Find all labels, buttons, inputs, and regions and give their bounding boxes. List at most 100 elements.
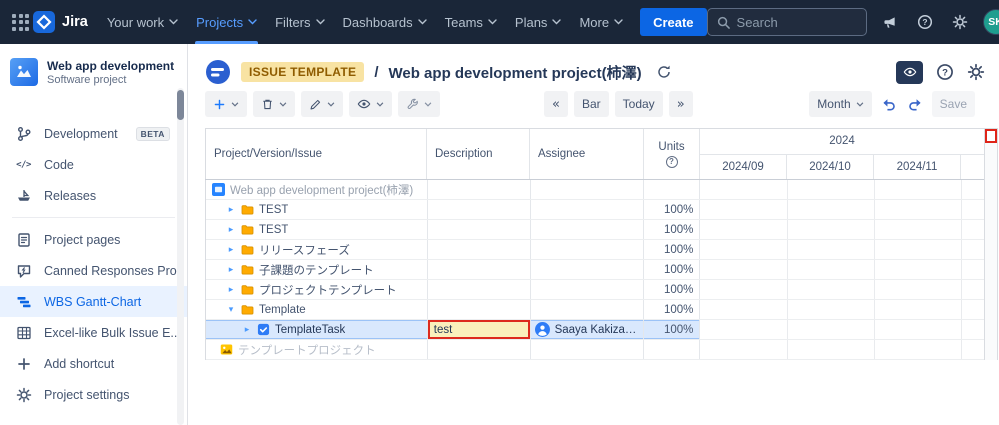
table-row[interactable]: テンプレートプロジェクト [206,340,984,360]
units-cell[interactable]: 100% [644,220,700,239]
gantt-vertical-scrollbar[interactable] [984,128,998,360]
app-switcher-button[interactable] [12,7,29,37]
assignee-cell[interactable]: Saaya Kakizawa [531,320,645,339]
redo-button[interactable] [905,94,926,115]
description-cell[interactable] [428,340,531,359]
assignee-cell[interactable] [531,180,645,199]
assignee-cell[interactable] [531,260,645,279]
sidebar-item-wbs-gantt-chart[interactable]: WBS Gantt-Chart [0,286,187,317]
announcements-button[interactable] [878,10,902,34]
column-header-description[interactable]: Description [427,129,530,179]
today-button[interactable]: Today [615,91,663,117]
undo-button[interactable] [878,94,899,115]
plus-icon [15,355,32,372]
folder-icon [241,304,254,315]
scroll-right-button[interactable]: » [669,91,693,117]
tools-button[interactable] [398,91,440,117]
bar-mode-button[interactable]: Bar [574,91,609,117]
assignee-cell[interactable] [531,220,645,239]
units-cell[interactable]: 100% [644,320,700,339]
nav-item-projects[interactable]: Projects [187,0,266,44]
gantt-help-button[interactable]: ? [936,63,954,81]
settings-button[interactable] [948,10,972,34]
expand-toggle[interactable]: ▸ [242,325,252,335]
units-cell[interactable]: 100% [644,280,700,299]
save-button[interactable]: Save [932,91,975,117]
sidebar-nav: Development BETA </> Code Releases Proje… [0,118,187,410]
description-cell[interactable] [428,220,531,239]
expand-toggle[interactable]: ▸ [226,265,236,275]
expand-toggle[interactable]: ▸ [226,225,236,235]
column-header-units[interactable]: Units ? [644,129,700,179]
user-avatar[interactable]: SK [983,9,999,35]
create-button[interactable]: Create [640,8,706,36]
units-cell[interactable]: 100% [644,200,700,219]
column-header-project[interactable]: Project/Version/Issue [205,129,427,179]
sidebar-item-add-shortcut[interactable]: Add shortcut [0,348,187,379]
gantt-settings-button[interactable] [967,63,985,81]
table-row-selected[interactable]: ▸ TemplateTask test Saaya Kakizawa 100% [206,320,984,340]
sidebar-item-project-settings[interactable]: Project settings [0,379,187,410]
nav-item-more[interactable]: More [570,0,632,44]
units-cell[interactable]: 100% [644,260,700,279]
table-row[interactable]: ▸ 子課題のテンプレート 100% [206,260,984,280]
sidebar-item-code[interactable]: </> Code [0,149,187,180]
sidebar-scrollbar[interactable] [177,88,184,425]
assignee-cell[interactable] [531,340,645,359]
description-cell[interactable] [428,240,531,259]
year-header: 2024 [700,129,984,155]
description-cell[interactable] [428,260,531,279]
add-issue-button[interactable] [205,91,247,117]
sidebar-scrollbar-thumb[interactable] [177,90,184,120]
edit-button[interactable] [301,91,343,117]
assignee-cell[interactable] [531,200,645,219]
sidebar-item-development[interactable]: Development BETA [0,118,187,149]
column-header-assignee[interactable]: Assignee [530,129,644,179]
undo-icon [880,96,897,113]
visibility-button[interactable] [349,91,392,117]
table-row[interactable]: ▾ Template 100% [206,300,984,320]
delete-button[interactable] [253,91,295,117]
units-help-icon[interactable]: ? [666,156,678,168]
project-header[interactable]: Web app development ... Software project [0,56,187,96]
collapse-toggle[interactable]: ▾ [226,305,236,315]
units-cell[interactable] [644,180,700,199]
help-button[interactable]: ? [913,10,937,34]
description-cell[interactable] [428,300,531,319]
sidebar-item-canned-responses[interactable]: Canned Responses Pro [0,255,187,286]
table-row[interactable]: ▸ プロジェクトテンプレート 100% [206,280,984,300]
sidebar-item-excel-bulk-edit[interactable]: Excel-like Bulk Issue E... [0,317,187,348]
nav-item-your-work[interactable]: Your work [98,0,187,44]
description-edit-cell[interactable]: test [428,320,530,339]
nav-item-dashboards[interactable]: Dashboards [334,0,436,44]
expand-toggle[interactable]: ▸ [226,205,236,215]
sidebar-item-releases[interactable]: Releases [0,180,187,211]
watch-button[interactable] [896,61,923,84]
nav-item-teams[interactable]: Teams [436,0,506,44]
table-row[interactable]: ▸ TEST 100% [206,220,984,240]
description-cell[interactable] [428,180,531,199]
table-row[interactable]: ▸ リリースフェーズ 100% [206,240,984,260]
units-cell[interactable]: 100% [644,240,700,259]
assignee-cell[interactable] [531,300,645,319]
expand-toggle[interactable]: ▸ [226,285,236,295]
expand-toggle[interactable]: ▸ [226,245,236,255]
refresh-button[interactable] [656,64,672,80]
help-icon: ? [936,63,954,81]
description-cell[interactable] [428,280,531,299]
nav-item-filters[interactable]: Filters [266,0,333,44]
search-input[interactable]: Search [707,8,867,36]
sidebar-item-project-pages[interactable]: Project pages [0,224,187,255]
nav-item-plans[interactable]: Plans [506,0,571,44]
description-cell[interactable] [428,200,531,219]
assignee-cell[interactable] [531,280,645,299]
table-row[interactable]: Web app development project(柿澤) [206,180,984,200]
table-row[interactable]: ▸ TEST 100% [206,200,984,220]
chat-bubble-icon [15,262,32,279]
jira-logo[interactable]: Jira [29,11,98,33]
units-cell[interactable] [644,340,700,359]
zoom-level-select[interactable]: Month [809,91,871,117]
units-cell[interactable]: 100% [644,300,700,319]
assignee-cell[interactable] [531,240,645,259]
scroll-left-button[interactable]: « [544,91,568,117]
